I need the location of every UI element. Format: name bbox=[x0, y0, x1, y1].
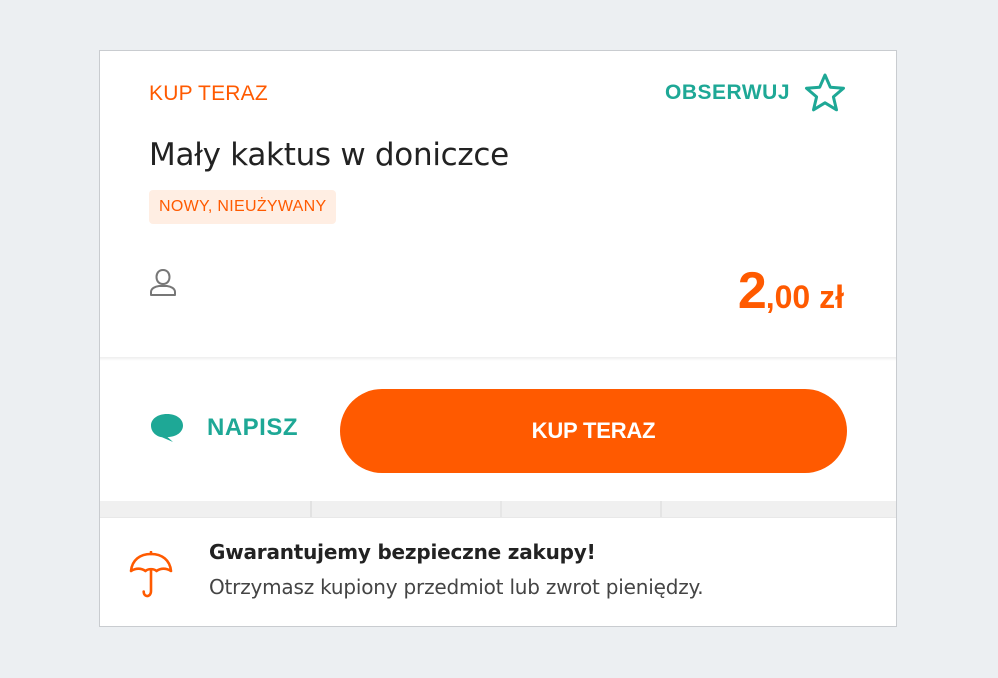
guarantee-title: Gwarantujemy bezpieczne zakupy! bbox=[209, 540, 596, 564]
message-label: NAPISZ bbox=[207, 414, 299, 441]
price-integer: 2 bbox=[737, 262, 767, 320]
watch-button[interactable]: OBSERWUJ bbox=[665, 72, 846, 114]
umbrella-icon bbox=[128, 550, 174, 604]
guarantee-text: Otrzymasz kupiony przedmiot lub zwrot pi… bbox=[209, 575, 704, 599]
speech-bubble-icon bbox=[149, 412, 207, 444]
offer-card: KUP TERAZ OBSERWUJ Mały kaktus w doniczc… bbox=[99, 50, 897, 627]
star-outline-icon bbox=[804, 72, 846, 114]
offer-type-label: KUP TERAZ bbox=[149, 82, 268, 105]
condition-badge: NOWY, NIEUŻYWANY bbox=[149, 190, 337, 224]
price: 2,00 zł bbox=[738, 261, 844, 321]
map-background-strip bbox=[100, 501, 896, 517]
price-decimal: ,00 bbox=[765, 279, 811, 315]
offer-title[interactable]: Mały kaktus w doniczce bbox=[149, 137, 509, 173]
user-outline-icon[interactable] bbox=[149, 267, 177, 302]
action-bar: NAPISZ KUP TERAZ bbox=[100, 361, 896, 501]
message-seller-button[interactable]: NAPISZ bbox=[149, 412, 298, 444]
buy-now-button[interactable]: KUP TERAZ bbox=[340, 389, 847, 473]
price-currency: zł bbox=[810, 279, 844, 315]
offer-summary: KUP TERAZ OBSERWUJ Mały kaktus w doniczc… bbox=[100, 51, 896, 359]
purchase-guarantee: Gwarantujemy bezpieczne zakupy! Otrzymas… bbox=[100, 517, 896, 626]
watch-label: OBSERWUJ bbox=[665, 81, 790, 104]
